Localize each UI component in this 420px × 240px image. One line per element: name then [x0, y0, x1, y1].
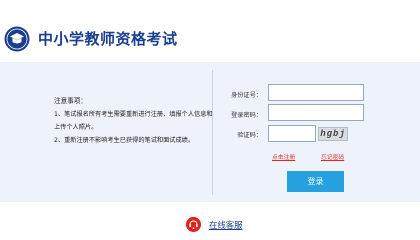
- password-label: 登录密码：: [231, 112, 262, 119]
- notice-item: 2、重新注册不影响考生已获得的笔试和面试成绩。: [54, 137, 195, 144]
- notice-panel: 注意事项： 1、笔试报名所有考生需要重新进行注册、填报个人信息和上传个人照片。 …: [54, 95, 214, 147]
- logo-icon: [4, 26, 30, 52]
- online-service-link[interactable]: 在线客服: [209, 219, 243, 231]
- page-footer: 在线客服: [0, 202, 420, 240]
- password-input[interactable]: [268, 104, 364, 121]
- online-service-icon[interactable]: [186, 217, 201, 232]
- login-button[interactable]: 登录: [287, 171, 344, 192]
- page-header: 中小学教师资格考试: [0, 0, 420, 62]
- register-link[interactable]: 点击注册: [272, 152, 295, 161]
- id-number-input[interactable]: [268, 84, 364, 101]
- site-title: 中小学教师资格考试: [38, 30, 178, 48]
- id-number-label: 身份证号：: [231, 92, 262, 99]
- main-band: 注意事项： 1、笔试报名所有考生需要重新进行注册、填报个人信息和上传个人照片。 …: [0, 62, 420, 202]
- notice-item: 1、笔试报名所有考生需要重新进行注册、填报个人信息和上传个人照片。: [54, 111, 213, 131]
- forgot-password-link[interactable]: 忘记密码: [321, 152, 344, 161]
- notice-title: 注意事项：: [54, 97, 87, 105]
- captcha-image[interactable]: hgbj: [318, 127, 348, 141]
- captcha-input[interactable]: [268, 125, 316, 142]
- captcha-label: 验证码：: [237, 132, 262, 139]
